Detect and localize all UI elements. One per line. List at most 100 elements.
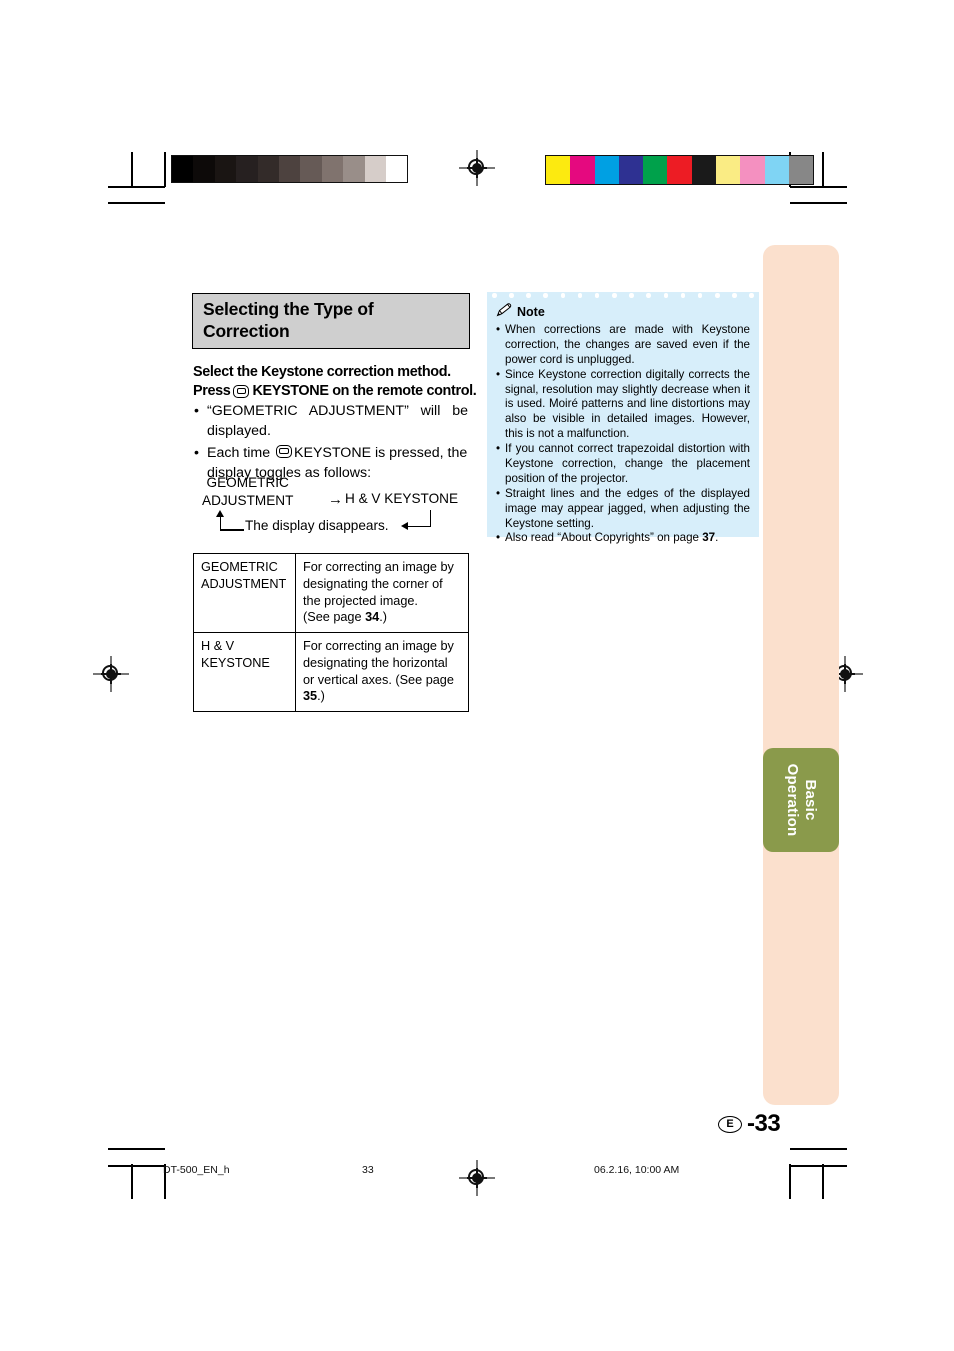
color-swatch: [667, 156, 692, 184]
table-cell-name: H & V KEYSTONE: [193, 632, 296, 713]
footer-page-number: 33: [362, 1164, 374, 1176]
color-swatch: [594, 156, 619, 184]
grayscale-swatch: [385, 156, 408, 182]
flow-node-hv-keystone: H & V KEYSTONE: [345, 491, 459, 506]
bullet2-post: KEYSTONE is pressed, the: [294, 444, 468, 461]
note-edge-dot: [663, 293, 669, 298]
crop-mark-bottom-right-v2: [822, 1164, 824, 1199]
footer-timestamp: 06.2.16, 10:00 AM: [594, 1164, 680, 1176]
grayscale-test-strip: [171, 155, 409, 183]
note-dotted-edge: [487, 292, 759, 299]
note-edge-dot: [509, 293, 514, 298]
note-edge-dot: [732, 293, 737, 298]
color-swatch: [643, 156, 668, 184]
color-swatch: [618, 156, 644, 184]
grayscale-swatch: [172, 156, 194, 182]
flow-arrow-up-icon: [216, 510, 224, 517]
crop-mark-bottom-right-v: [789, 1164, 791, 1199]
note-edge-dot: [715, 293, 720, 298]
page-title: Selecting the Type of Correction: [192, 293, 470, 349]
keystone-button-icon: [233, 384, 250, 398]
crop-mark-bottom-left-h2: [108, 1165, 165, 1167]
flow-connector-right-vertical: [429, 510, 432, 526]
registration-mark-top-center: [459, 150, 495, 186]
page-ref: 34: [365, 610, 380, 625]
table-row: GEOMETRIC ADJUSTMENT For correcting an i…: [193, 552, 469, 634]
note-edge-dot: [629, 293, 634, 298]
press-suffix-label: KEYSTONE on the remote control.: [252, 383, 477, 399]
grayscale-swatch: [193, 156, 215, 182]
note-edge-dot: [560, 293, 566, 298]
page-number: -33: [747, 1110, 781, 1137]
grayscale-swatch: [214, 156, 237, 182]
grayscale-swatch: [343, 156, 365, 182]
grayscale-swatch: [278, 156, 301, 182]
color-swatch: [716, 156, 741, 184]
crop-mark-top-right-h: [790, 186, 847, 188]
correction-types-table: GEOMETRIC ADJUSTMENT For correcting an i…: [193, 552, 469, 713]
color-test-strip: [545, 155, 815, 185]
note-edge-dot: [697, 293, 703, 298]
page-ref: 35: [303, 689, 318, 704]
flow-arrow-right-icon: →: [328, 491, 343, 508]
page-title-text: Selecting the Type of Correction: [203, 299, 374, 341]
color-swatch: [764, 156, 789, 184]
page-ref: 37: [702, 531, 716, 545]
note-edge-dot: [526, 293, 531, 298]
note-callout: Note When corrections are made with Keys…: [487, 292, 759, 546]
table-cell-description: For correcting an image by designating t…: [295, 552, 469, 634]
footer-filename: DT-500_EN_h: [163, 1164, 230, 1176]
color-swatch: [691, 156, 717, 184]
note-edge-dot: [594, 293, 600, 298]
note-edge-dot: [646, 293, 651, 298]
note-edge-dot: [680, 293, 686, 298]
flow-arrow-left-icon: [401, 522, 408, 530]
crop-mark-bottom-right-h2: [790, 1165, 847, 1167]
section-tab-basic-operation: Basic Operation: [763, 748, 839, 852]
grayscale-swatch: [321, 156, 344, 182]
color-swatch: [788, 156, 814, 184]
region-code-badge: E: [718, 1115, 742, 1133]
note-edge-dot: [577, 293, 583, 298]
color-swatch: [740, 156, 765, 184]
page-number-badge: E -33: [718, 1110, 781, 1138]
note-list-item: Straight lines and the edges of the disp…: [496, 487, 750, 532]
table-cell-name: GEOMETRIC ADJUSTMENT: [193, 552, 296, 634]
flow-connector-left-vertical: [219, 516, 222, 530]
bullet2-pre: Each time: [207, 444, 271, 461]
flow-connector-bottom-horizontal: [219, 529, 244, 531]
note-title-label: Note: [517, 304, 545, 319]
toggle-flow-diagram: GEOMETRIC ADJUSTMENT → H & V KEYSTONE Th…: [193, 474, 468, 540]
pencil-icon: [496, 303, 513, 320]
flow-loop-label: The display disappears.: [245, 518, 389, 533]
press-label: Press: [193, 383, 231, 399]
keystone-button-icon: [276, 444, 293, 458]
section-tab-label: Basic Operation: [784, 763, 819, 837]
desc-post: .): [379, 610, 387, 625]
registration-mark-left: [93, 656, 129, 692]
instruction-line-2: Press KEYSTONE on the remote control.: [193, 381, 477, 401]
instruction-line-1: Select the Keystone correction method.: [193, 364, 451, 380]
crop-mark-top-right-v2: [822, 152, 824, 187]
grayscale-swatch: [257, 156, 279, 182]
desc-pre: For correcting an image by designating t…: [303, 639, 454, 687]
color-swatch: [546, 156, 571, 184]
flow-connector-right-horizontal: [406, 525, 431, 528]
note-list-item: Also read “About Copyrights” on page 37.: [496, 531, 750, 546]
note-edge-dot: [543, 293, 548, 298]
grayscale-swatch: [300, 156, 322, 182]
note-title: Note: [496, 303, 750, 320]
crop-mark-top-left-h: [108, 186, 165, 188]
registration-mark-bottom-center: [459, 1160, 495, 1196]
list-item: “GEOMETRIC ADJUSTMENT” will be displayed…: [193, 401, 468, 442]
grayscale-swatch: [236, 156, 258, 182]
note-edge-dot: [492, 293, 497, 298]
crop-mark-bottom-left-h: [108, 1148, 165, 1150]
note-list-item: If you cannot correct trapezoidal distor…: [496, 442, 750, 487]
grayscale-swatch: [364, 156, 386, 182]
table-cell-description: For correcting an image by designating t…: [295, 632, 469, 713]
crop-mark-top-right-h2: [790, 202, 847, 204]
crop-mark-top-left-h2: [108, 202, 165, 204]
flow-node-geometric-adjustment: GEOMETRIC ADJUSTMENT: [202, 475, 294, 509]
note-edge-dot: [749, 293, 754, 298]
